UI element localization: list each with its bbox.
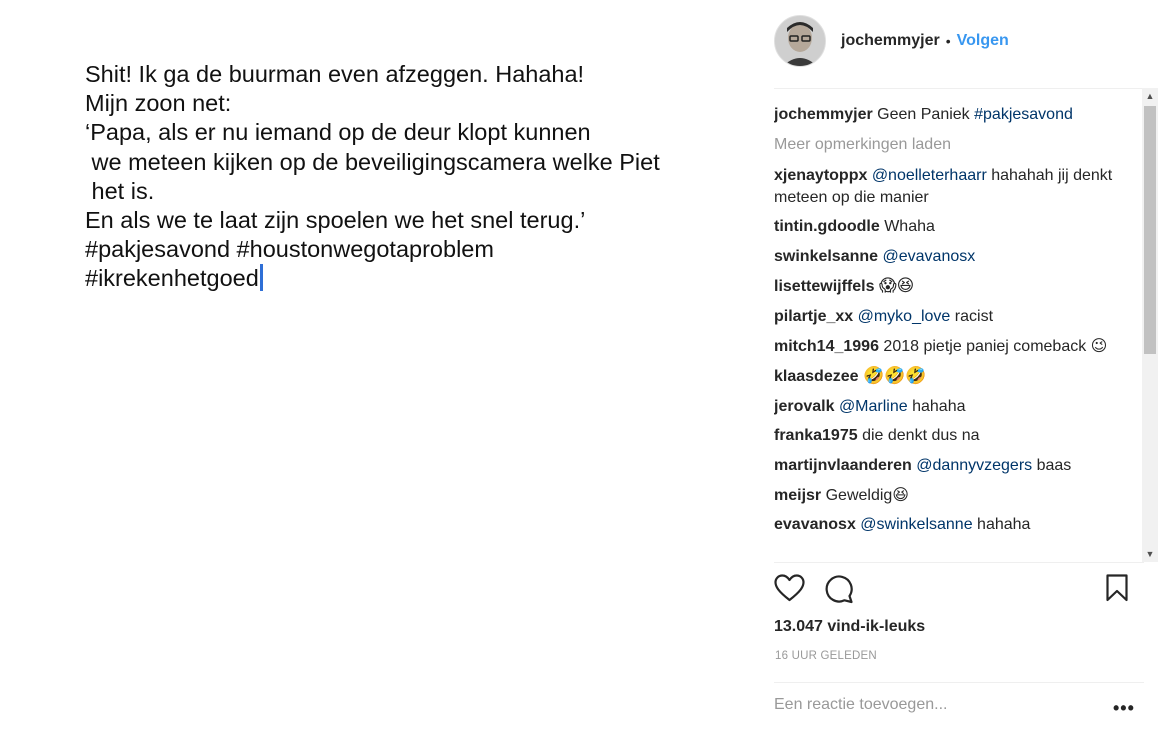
comments-list: jochemmyjer Geen Paniek #pakjesavond Mee… xyxy=(774,104,1134,562)
comment-username[interactable]: tintin.gdoodle xyxy=(774,218,880,235)
comment-username[interactable]: pilartje_xx xyxy=(774,308,853,325)
comment-text: racist xyxy=(954,307,994,325)
comment-username[interactable]: franka1975 xyxy=(774,427,858,444)
more-options-icon[interactable]: ••• xyxy=(1113,698,1135,719)
header-username[interactable]: jochemmyjer xyxy=(841,32,940,50)
comment-text: die denkt dus na xyxy=(862,427,980,445)
comment-mention[interactable]: @myko_love xyxy=(858,308,951,325)
post-text-line: we meteen kijken op de beveiligingscamer… xyxy=(85,148,660,175)
comment-username[interactable]: evavanosx xyxy=(774,516,856,533)
add-comment-input[interactable] xyxy=(774,696,1119,714)
text-cursor xyxy=(259,264,263,292)
comment-bubble-icon[interactable] xyxy=(824,574,854,609)
post-text-line: Mijn zoon net: xyxy=(85,90,232,117)
comment-username[interactable]: meijsr xyxy=(774,487,821,504)
post-text-line: Shit! Ik ga de buurman even afzeggen. Ha… xyxy=(85,61,585,87)
avatar[interactable] xyxy=(774,15,826,67)
comment-item: franka1975 die denkt dus na xyxy=(774,425,1134,447)
caption-text: Geen Paniek xyxy=(877,106,975,123)
actions-divider xyxy=(774,562,1144,563)
caption-username[interactable]: jochemmyjer xyxy=(774,106,873,123)
post-text-line: #ikrekenhetgoed xyxy=(85,265,259,292)
comment-item: jerovalk @Marline hahaha xyxy=(774,396,1134,418)
post-text-line: En als we te laat zijn spoelen we het sn… xyxy=(85,207,586,234)
comment-item: pilartje_xx @myko_love racist xyxy=(774,306,1134,328)
post-image: Shit! Ik ga de buurman even afzeggen. Ha… xyxy=(0,0,760,731)
post-timestamp[interactable]: 16 UUR GELEDEN xyxy=(775,650,877,662)
heart-icon[interactable] xyxy=(774,574,805,607)
comment-username[interactable]: xjenaytoppx xyxy=(774,167,867,184)
comment-item: xjenaytoppx @noelleterhaarr hahahah jij … xyxy=(774,165,1134,209)
comment-text: Geweldig😆 xyxy=(825,486,909,504)
comment-text: hahaha xyxy=(977,516,1031,534)
bookmark-icon[interactable] xyxy=(1105,574,1129,607)
comments-scrollbar[interactable]: ▲ ▼ xyxy=(1142,88,1158,562)
comment-username[interactable]: lisettewijffels xyxy=(774,278,874,295)
comment-item: tintin.gdoodle Whaha xyxy=(774,216,1134,238)
comment-item: meijsr Geweldig😆 xyxy=(774,485,1134,507)
action-bar xyxy=(774,574,1134,610)
load-more-comments-button[interactable]: Meer opmerkingen laden xyxy=(774,134,1134,156)
avatar-photo-icon xyxy=(775,16,825,66)
comment-item: swinkelsanne @evavanosx xyxy=(774,246,1134,268)
comment-text: Whaha xyxy=(884,218,935,236)
comment-mention[interactable]: @noelleterhaarr xyxy=(872,167,987,184)
scrollbar-thumb[interactable] xyxy=(1144,106,1156,354)
comment-mention[interactable]: @dannyvzegers xyxy=(916,457,1032,474)
comment-text: 😱😆 xyxy=(878,276,915,297)
post-text-line: #pakjesavond #houstonwegotaproblem xyxy=(85,236,494,263)
comment-item: evavanosx @swinkelsanne hahaha xyxy=(774,514,1134,536)
comment-text: 🤣🤣🤣 xyxy=(862,366,927,387)
header-divider xyxy=(774,88,1144,89)
comment-username[interactable]: martijnvlaanderen xyxy=(774,457,912,474)
comment-item: lisettewijffels 😱😆 xyxy=(774,275,1134,298)
comment-username[interactable]: jerovalk xyxy=(774,398,834,415)
comment-text: hahaha xyxy=(912,397,966,415)
header-separator: • xyxy=(945,33,951,49)
comment-mention[interactable]: @evavanosx xyxy=(883,248,976,265)
likes-count[interactable]: 13.047 vind-ik-leuks xyxy=(774,618,925,636)
comment-item: martijnvlaanderen @dannyvzegers baas xyxy=(774,455,1134,477)
post-text-line: ‘Papa, als er nu iemand op de deur klopt… xyxy=(85,119,591,146)
scroll-down-arrow-icon[interactable]: ▼ xyxy=(1142,546,1158,562)
comment-mention[interactable]: @swinkelsanne xyxy=(860,516,972,533)
scroll-up-arrow-icon[interactable]: ▲ xyxy=(1142,88,1158,104)
comment-item: mitch14_1996 2018 pietje paniej comeback… xyxy=(774,336,1134,358)
post-header: jochemmyjer • Volgen xyxy=(774,14,1009,68)
caption-hashtag[interactable]: #pakjesavond xyxy=(974,106,1073,123)
follow-button[interactable]: Volgen xyxy=(957,32,1009,50)
post-text-line: het is. xyxy=(85,177,155,204)
add-comment-divider xyxy=(774,682,1144,683)
comment-username[interactable]: swinkelsanne xyxy=(774,248,878,265)
comment-username[interactable]: mitch14_1996 xyxy=(774,338,879,355)
comment-text: 2018 pietje paniej comeback 😉 xyxy=(883,337,1108,355)
caption: jochemmyjer Geen Paniek #pakjesavond xyxy=(774,104,1134,126)
comment-item: klaasdezee 🤣🤣🤣 xyxy=(774,365,1134,388)
post-text-last-line: #ikrekenhetgoed xyxy=(85,264,745,293)
comment-username[interactable]: klaasdezee xyxy=(774,368,859,385)
comment-mention[interactable]: @Marline xyxy=(839,398,908,415)
comment-text: baas xyxy=(1036,456,1072,474)
post-image-text: Shit! Ik ga de buurman even afzeggen. Ha… xyxy=(85,60,745,294)
